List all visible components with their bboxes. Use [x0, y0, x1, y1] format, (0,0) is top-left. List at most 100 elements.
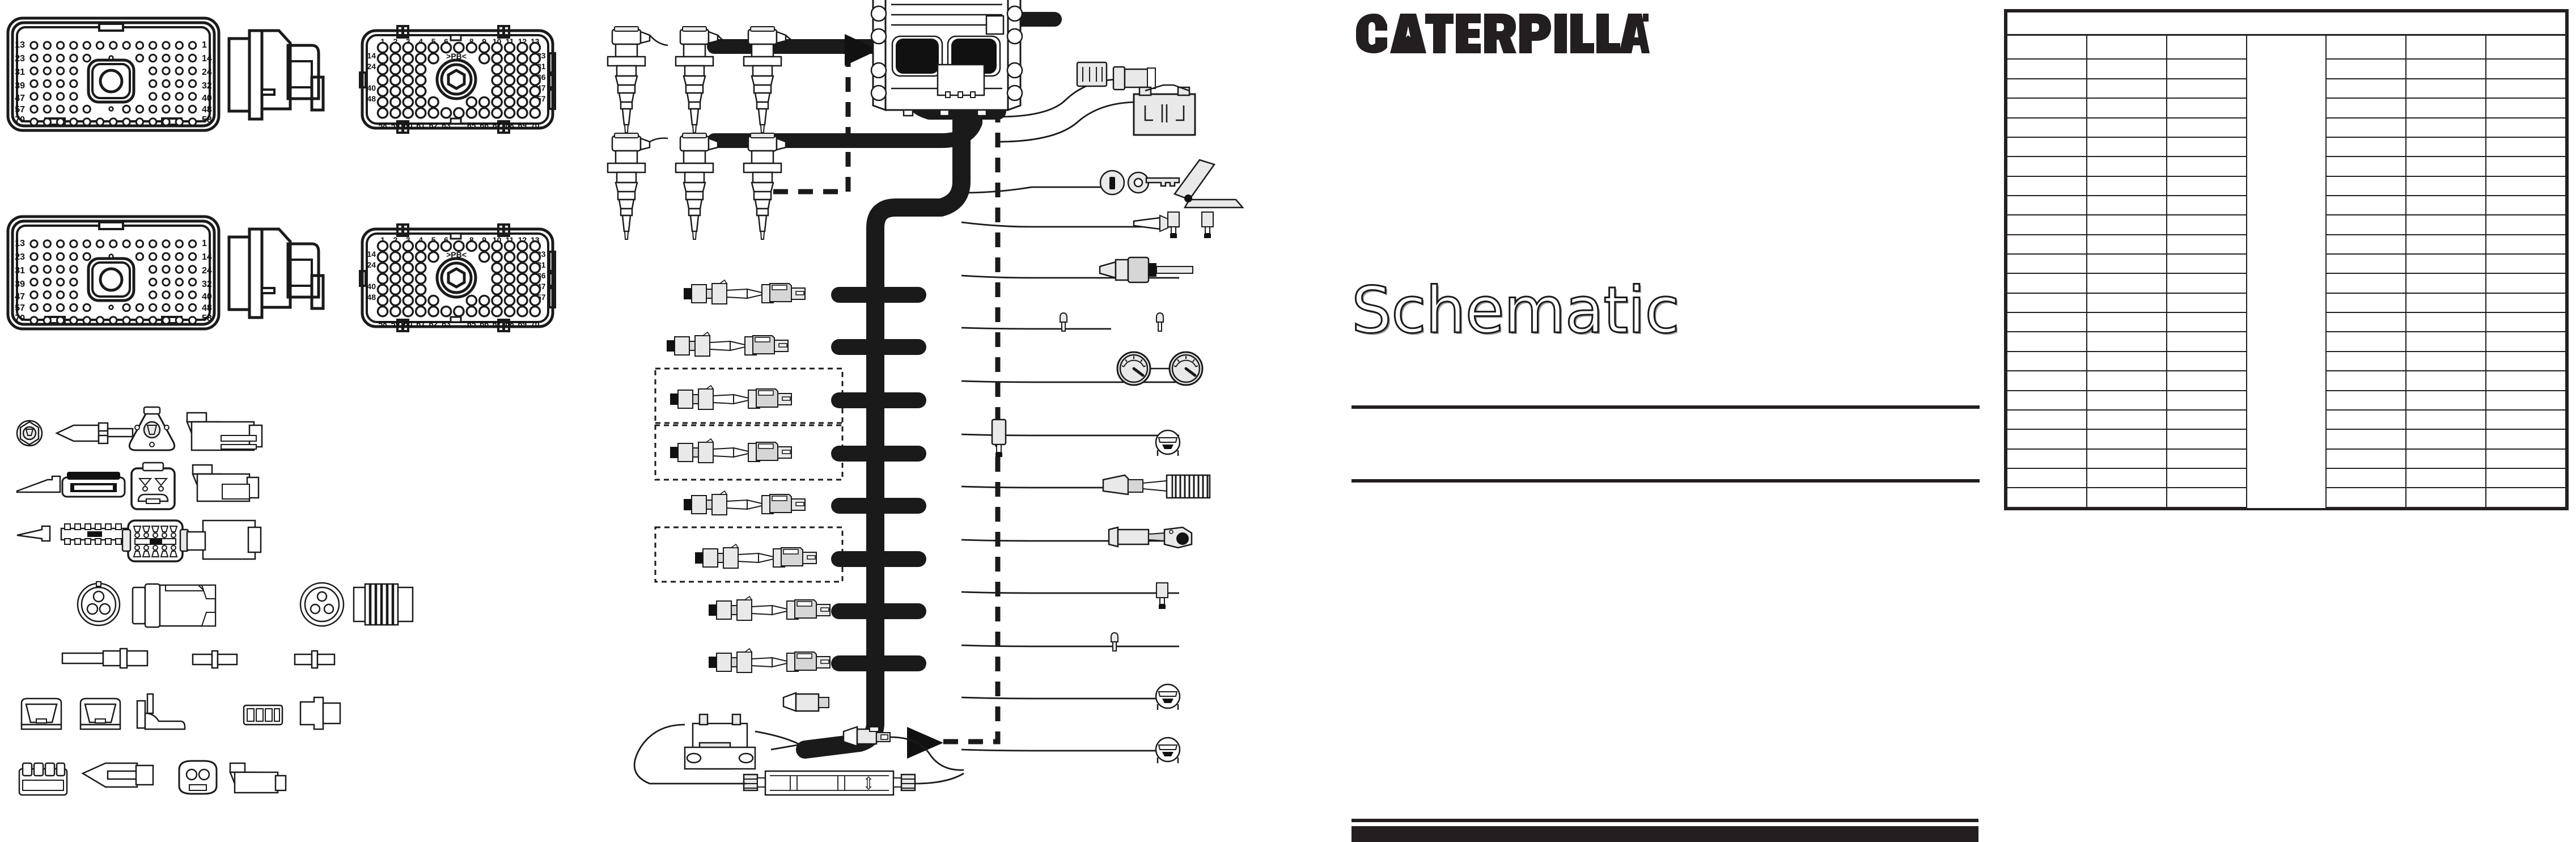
revision-description-cell[interactable]	[2405, 370, 2487, 391]
revision-number-cell[interactable]	[2325, 429, 2407, 450]
revision-description-cell[interactable]	[2405, 253, 2487, 274]
revision-by-cell[interactable]	[2166, 370, 2247, 391]
revision-row[interactable]	[2006, 370, 2566, 391]
revision-description-cell[interactable]	[2086, 175, 2167, 196]
revision-number-cell[interactable]	[2325, 331, 2407, 352]
revision-row[interactable]	[2006, 34, 2566, 60]
revision-description-cell[interactable]	[2086, 331, 2167, 352]
revision-description-cell[interactable]	[2405, 194, 2487, 216]
revision-number-cell[interactable]	[2006, 194, 2087, 216]
revision-number-cell[interactable]	[2325, 78, 2407, 99]
revision-description-cell[interactable]	[2405, 273, 2487, 294]
revision-description-cell[interactable]	[2086, 312, 2167, 333]
revision-number-cell[interactable]	[2006, 175, 2087, 196]
revision-row[interactable]	[2006, 214, 2566, 235]
revision-number-cell[interactable]	[2325, 487, 2407, 508]
revision-number-cell[interactable]	[2325, 253, 2407, 274]
revision-description-cell[interactable]	[2405, 136, 2487, 158]
revision-by-cell[interactable]	[2485, 234, 2566, 255]
revision-number-cell[interactable]	[2006, 429, 2087, 450]
revision-description-cell[interactable]	[2086, 409, 2167, 430]
revision-by-cell[interactable]	[2485, 34, 2566, 60]
revision-by-cell[interactable]	[2485, 78, 2566, 99]
revision-description-cell[interactable]	[2405, 448, 2487, 469]
revision-row[interactable]	[2006, 78, 2566, 99]
revision-row[interactable]	[2006, 409, 2566, 430]
revision-row[interactable]	[2006, 175, 2566, 196]
revision-by-cell[interactable]	[2166, 175, 2247, 196]
revision-number-cell[interactable]	[2006, 292, 2087, 314]
revision-row[interactable]	[2006, 58, 2566, 79]
revision-description-cell[interactable]	[2405, 331, 2487, 352]
revision-by-cell[interactable]	[2166, 409, 2247, 430]
revision-by-cell[interactable]	[2166, 253, 2247, 274]
revision-by-cell[interactable]	[2485, 312, 2566, 333]
revision-description-cell[interactable]	[2405, 58, 2487, 79]
revision-by-cell[interactable]	[2166, 136, 2247, 158]
revision-number-cell[interactable]	[2006, 331, 2087, 352]
revision-number-cell[interactable]	[2325, 234, 2407, 255]
revision-description-cell[interactable]	[2405, 214, 2487, 235]
revision-by-cell[interactable]	[2485, 409, 2566, 430]
revision-row[interactable]	[2006, 312, 2566, 333]
revision-number-cell[interactable]	[2325, 370, 2407, 391]
revision-number-cell[interactable]	[2006, 136, 2087, 158]
revision-by-cell[interactable]	[2166, 487, 2247, 508]
revision-row[interactable]	[2006, 292, 2566, 314]
revision-description-cell[interactable]	[2086, 194, 2167, 216]
revision-by-cell[interactable]	[2166, 194, 2247, 216]
revision-by-cell[interactable]	[2485, 467, 2566, 489]
revision-by-cell[interactable]	[2485, 117, 2566, 138]
revision-number-cell[interactable]	[2325, 350, 2407, 372]
revision-description-cell[interactable]	[2086, 136, 2167, 158]
revision-description-cell[interactable]	[2405, 390, 2487, 411]
revision-by-cell[interactable]	[2166, 78, 2247, 99]
revision-row[interactable]	[2006, 487, 2566, 508]
revision-description-cell[interactable]	[2086, 448, 2167, 469]
revision-number-cell[interactable]	[2006, 448, 2087, 469]
revision-row[interactable]	[2006, 350, 2566, 372]
revision-by-cell[interactable]	[2485, 487, 2566, 508]
revision-row[interactable]	[2006, 390, 2566, 411]
revision-number-cell[interactable]	[2325, 273, 2407, 294]
revision-by-cell[interactable]	[2166, 331, 2247, 352]
revision-number-cell[interactable]	[2325, 136, 2407, 158]
revision-number-cell[interactable]	[2325, 175, 2407, 196]
revision-description-cell[interactable]	[2086, 78, 2167, 99]
revision-by-cell[interactable]	[2485, 331, 2566, 352]
revision-description-cell[interactable]	[2086, 429, 2167, 450]
revision-row[interactable]	[2006, 98, 2566, 119]
revision-by-cell[interactable]	[2166, 58, 2247, 79]
revision-by-cell[interactable]	[2485, 175, 2566, 196]
revision-row[interactable]	[2006, 136, 2566, 158]
revision-row[interactable]	[2006, 234, 2566, 255]
revision-description-cell[interactable]	[2086, 253, 2167, 274]
revision-number-cell[interactable]	[2325, 117, 2407, 138]
revision-number-cell[interactable]	[2325, 312, 2407, 333]
revision-by-cell[interactable]	[2166, 467, 2247, 489]
revision-by-cell[interactable]	[2485, 156, 2566, 177]
revision-description-cell[interactable]	[2405, 234, 2487, 255]
revision-number-cell[interactable]	[2006, 312, 2087, 333]
revision-by-cell[interactable]	[2166, 350, 2247, 372]
revision-number-cell[interactable]	[2006, 487, 2087, 508]
revision-row[interactable]	[2006, 194, 2566, 216]
revision-by-cell[interactable]	[2166, 117, 2247, 138]
revision-number-cell[interactable]	[2006, 117, 2087, 138]
revision-description-cell[interactable]	[2405, 292, 2487, 314]
revision-description-cell[interactable]	[2405, 156, 2487, 177]
revision-row[interactable]	[2006, 429, 2566, 450]
revision-description-cell[interactable]	[2405, 487, 2487, 508]
revision-description-cell[interactable]	[2405, 34, 2487, 60]
revision-number-cell[interactable]	[2325, 467, 2407, 489]
revision-number-cell[interactable]	[2325, 194, 2407, 216]
revision-description-cell[interactable]	[2086, 370, 2167, 391]
revision-by-cell[interactable]	[2485, 194, 2566, 216]
revision-number-cell[interactable]	[2006, 370, 2087, 391]
revision-number-cell[interactable]	[2006, 214, 2087, 235]
revision-description-cell[interactable]	[2086, 234, 2167, 255]
revision-by-cell[interactable]	[2485, 390, 2566, 411]
revision-number-cell[interactable]	[2325, 448, 2407, 469]
revision-by-cell[interactable]	[2166, 156, 2247, 177]
revision-description-cell[interactable]	[2405, 429, 2487, 450]
